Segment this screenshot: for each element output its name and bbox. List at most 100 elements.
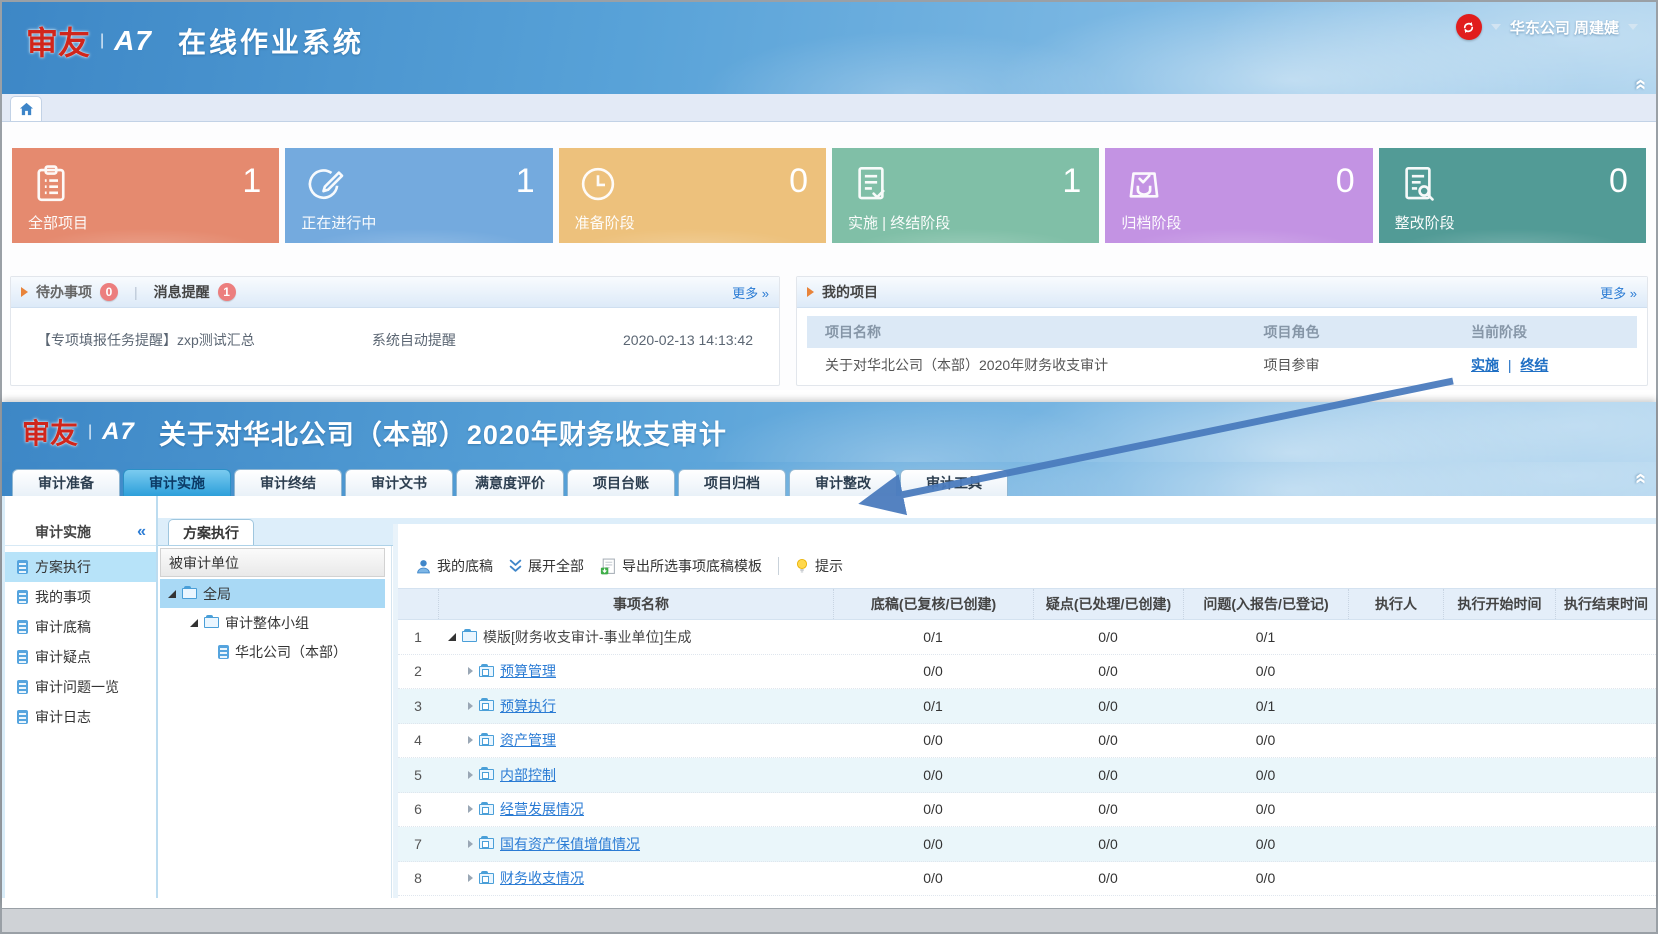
folder-icon: [479, 735, 494, 746]
table-row[interactable]: 6 经营发展情况 0/0 0/0 0/0: [398, 793, 1656, 828]
logo-shenyou: 审友: [26, 18, 90, 64]
stat-label: 准备阶段: [575, 212, 635, 233]
export-template-label: 导出所选事项底稿模板: [622, 556, 762, 576]
col-doubt[interactable]: 疑点(已处理/已创建): [1033, 589, 1183, 619]
tab-message-alerts[interactable]: 消息提醒: [154, 282, 210, 302]
expanded-icon[interactable]: [190, 619, 198, 627]
tab-project-archive[interactable]: 项目归档: [678, 469, 786, 496]
sidebar-item-audit-doubts[interactable]: 审计疑点: [5, 642, 156, 672]
issue-count: 0/1: [1183, 698, 1348, 714]
tree-node-audit-group[interactable]: 审计整体小组: [160, 608, 385, 637]
collapse-tabs-icon[interactable]: «: [1629, 473, 1652, 484]
stage-link-conclude[interactable]: 终结: [1520, 357, 1548, 373]
col-matter-name[interactable]: 事项名称: [438, 589, 833, 619]
expand-row-icon[interactable]: [468, 805, 473, 813]
matter-link[interactable]: 资产管理: [500, 730, 556, 750]
tree-node-huabei-company[interactable]: 华北公司（本部）: [160, 637, 385, 666]
stat-card-archive[interactable]: 0 归档阶段: [1105, 148, 1372, 243]
col-end-time[interactable]: 执行结束时间: [1555, 589, 1656, 619]
table-row[interactable]: 1 模版[财务收支审计-事业单位]生成 0/1 0/0 0/1: [398, 620, 1656, 655]
col-draft[interactable]: 底稿(已复核/已创建): [833, 589, 1033, 619]
draft-count: 0/1: [833, 698, 1033, 714]
doubt-count: 0/0: [1033, 732, 1183, 748]
user-name[interactable]: 华东公司 周建婕: [1510, 17, 1619, 38]
matter-link[interactable]: 财务收支情况: [500, 868, 584, 888]
table-row[interactable]: 7 国有资产保值增值情况 0/0 0/0 0/0: [398, 827, 1656, 862]
sidebar-item-my-matters[interactable]: 我的事项: [5, 582, 156, 612]
tab-audit-conclusion[interactable]: 审计终结: [234, 469, 342, 496]
expand-row-icon[interactable]: [468, 702, 473, 710]
message-title[interactable]: 【专项填报任务提醒】zxp测试汇总: [37, 330, 372, 350]
sidebar-item-audit-drafts[interactable]: 审计底稿: [5, 612, 156, 642]
matter-link[interactable]: 内部控制: [500, 765, 556, 785]
matter-link[interactable]: 国有资产保值增值情况: [500, 834, 640, 854]
expand-row-icon[interactable]: [468, 771, 473, 779]
message-row[interactable]: 【专项填报任务提醒】zxp测试汇总 系统自动提醒 2020-02-13 14:1…: [11, 308, 779, 350]
tree-header: 被审计单位: [160, 548, 385, 577]
tab-audit-documents[interactable]: 审计文书: [345, 469, 453, 496]
home-tab[interactable]: [10, 96, 42, 121]
sidebar-item-audit-log[interactable]: 审计日志: [5, 702, 156, 732]
tab-audit-tools[interactable]: 审计工具: [900, 469, 1008, 496]
folder-icon: [479, 769, 494, 780]
folder-icon: [479, 838, 494, 849]
tab-audit-implementation[interactable]: 审计实施: [123, 469, 231, 496]
sidebar-item-audit-issues[interactable]: 审计问题一览: [5, 672, 156, 702]
matter-link[interactable]: 预算执行: [500, 696, 556, 716]
tab-todo-items[interactable]: 待办事项: [36, 282, 92, 302]
more-link[interactable]: 更多 »: [1600, 283, 1637, 302]
my-drafts-button[interactable]: 我的底稿: [412, 553, 497, 579]
message-time: 2020-02-13 14:13:42: [554, 332, 765, 348]
stat-card-rectification[interactable]: 0 整改阶段: [1379, 148, 1646, 243]
tab-audit-preparation[interactable]: 审计准备: [12, 469, 120, 496]
expanded-icon[interactable]: [168, 590, 176, 598]
subtab-plan-execution[interactable]: 方案执行: [168, 519, 254, 545]
table-row[interactable]: 4 资产管理 0/0 0/0 0/0: [398, 724, 1656, 759]
stat-card-preparation[interactable]: 0 准备阶段: [559, 148, 826, 243]
stat-card-in-progress[interactable]: 1 正在进行中: [285, 148, 552, 243]
stage-link-implement[interactable]: 实施: [1471, 357, 1499, 373]
table-row[interactable]: 5 内部控制 0/0 0/0 0/0: [398, 758, 1656, 793]
open-folder-icon: [204, 617, 219, 628]
draft-count: 0/0: [833, 767, 1033, 783]
tab-project-ledger[interactable]: 项目台账: [567, 469, 675, 496]
collapse-header-icon[interactable]: «: [1629, 79, 1652, 90]
sidebar-collapse-icon[interactable]: «: [137, 523, 146, 541]
tree-node-global[interactable]: 全局: [160, 579, 385, 608]
col-start-time[interactable]: 执行开始时间: [1443, 589, 1555, 619]
chevron-down-icon[interactable]: [1491, 24, 1501, 30]
project-window: 审友 | A7 关于对华北公司（本部）2020年财务收支审计 审计准备 审计实施…: [2, 402, 1656, 908]
clock-icon: [577, 162, 619, 211]
stat-card-implementation[interactable]: 1 实施 | 终结阶段: [832, 148, 1099, 243]
sidebar-header: 审计实施 «: [5, 518, 156, 546]
project-name[interactable]: 关于对华北公司（本部）2020年财务收支审计: [807, 355, 1264, 375]
stat-card-all-projects[interactable]: 1 全部项目: [12, 148, 279, 243]
expand-row-icon[interactable]: [468, 874, 473, 882]
expand-row-icon[interactable]: [468, 736, 473, 744]
matter-link[interactable]: 预算管理: [500, 661, 556, 681]
col-executor[interactable]: 执行人: [1348, 589, 1443, 619]
tab-satisfaction[interactable]: 满意度评价: [456, 469, 564, 496]
expand-row-icon[interactable]: [468, 840, 473, 848]
sidebar-item-plan-execution[interactable]: 方案执行: [5, 552, 156, 582]
table-row[interactable]: 3 预算执行 0/1 0/0 0/1: [398, 689, 1656, 724]
chevron-down-icon[interactable]: [1628, 24, 1638, 30]
stat-label: 全部项目: [28, 212, 88, 233]
table-row[interactable]: 2 预算管理 0/0 0/0 0/0: [398, 655, 1656, 690]
expand-row-icon[interactable]: [468, 667, 473, 675]
brand: 审友 | A7 在线作业系统: [26, 18, 364, 64]
project-title: 关于对华北公司（本部）2020年财务收支审计: [159, 413, 727, 452]
matter-link[interactable]: 经营发展情况: [500, 799, 584, 819]
stat-value: 1: [516, 162, 535, 201]
stat-label: 实施 | 终结阶段: [848, 212, 950, 233]
tab-audit-rectification[interactable]: 审计整改: [789, 469, 897, 496]
more-link[interactable]: 更多 »: [732, 283, 769, 302]
col-issue[interactable]: 问题(入报告/已登记): [1183, 589, 1348, 619]
table-row[interactable]: 8 财务收支情况 0/0 0/0 0/0: [398, 862, 1656, 897]
sync-button[interactable]: [1456, 14, 1482, 40]
expand-all-button[interactable]: 展开全部: [505, 553, 588, 579]
collapse-row-icon[interactable]: [448, 633, 456, 641]
export-template-button[interactable]: 导出所选事项底稿模板: [596, 553, 766, 579]
tip-button[interactable]: 提示: [791, 553, 847, 579]
row-number: 7: [398, 836, 438, 852]
